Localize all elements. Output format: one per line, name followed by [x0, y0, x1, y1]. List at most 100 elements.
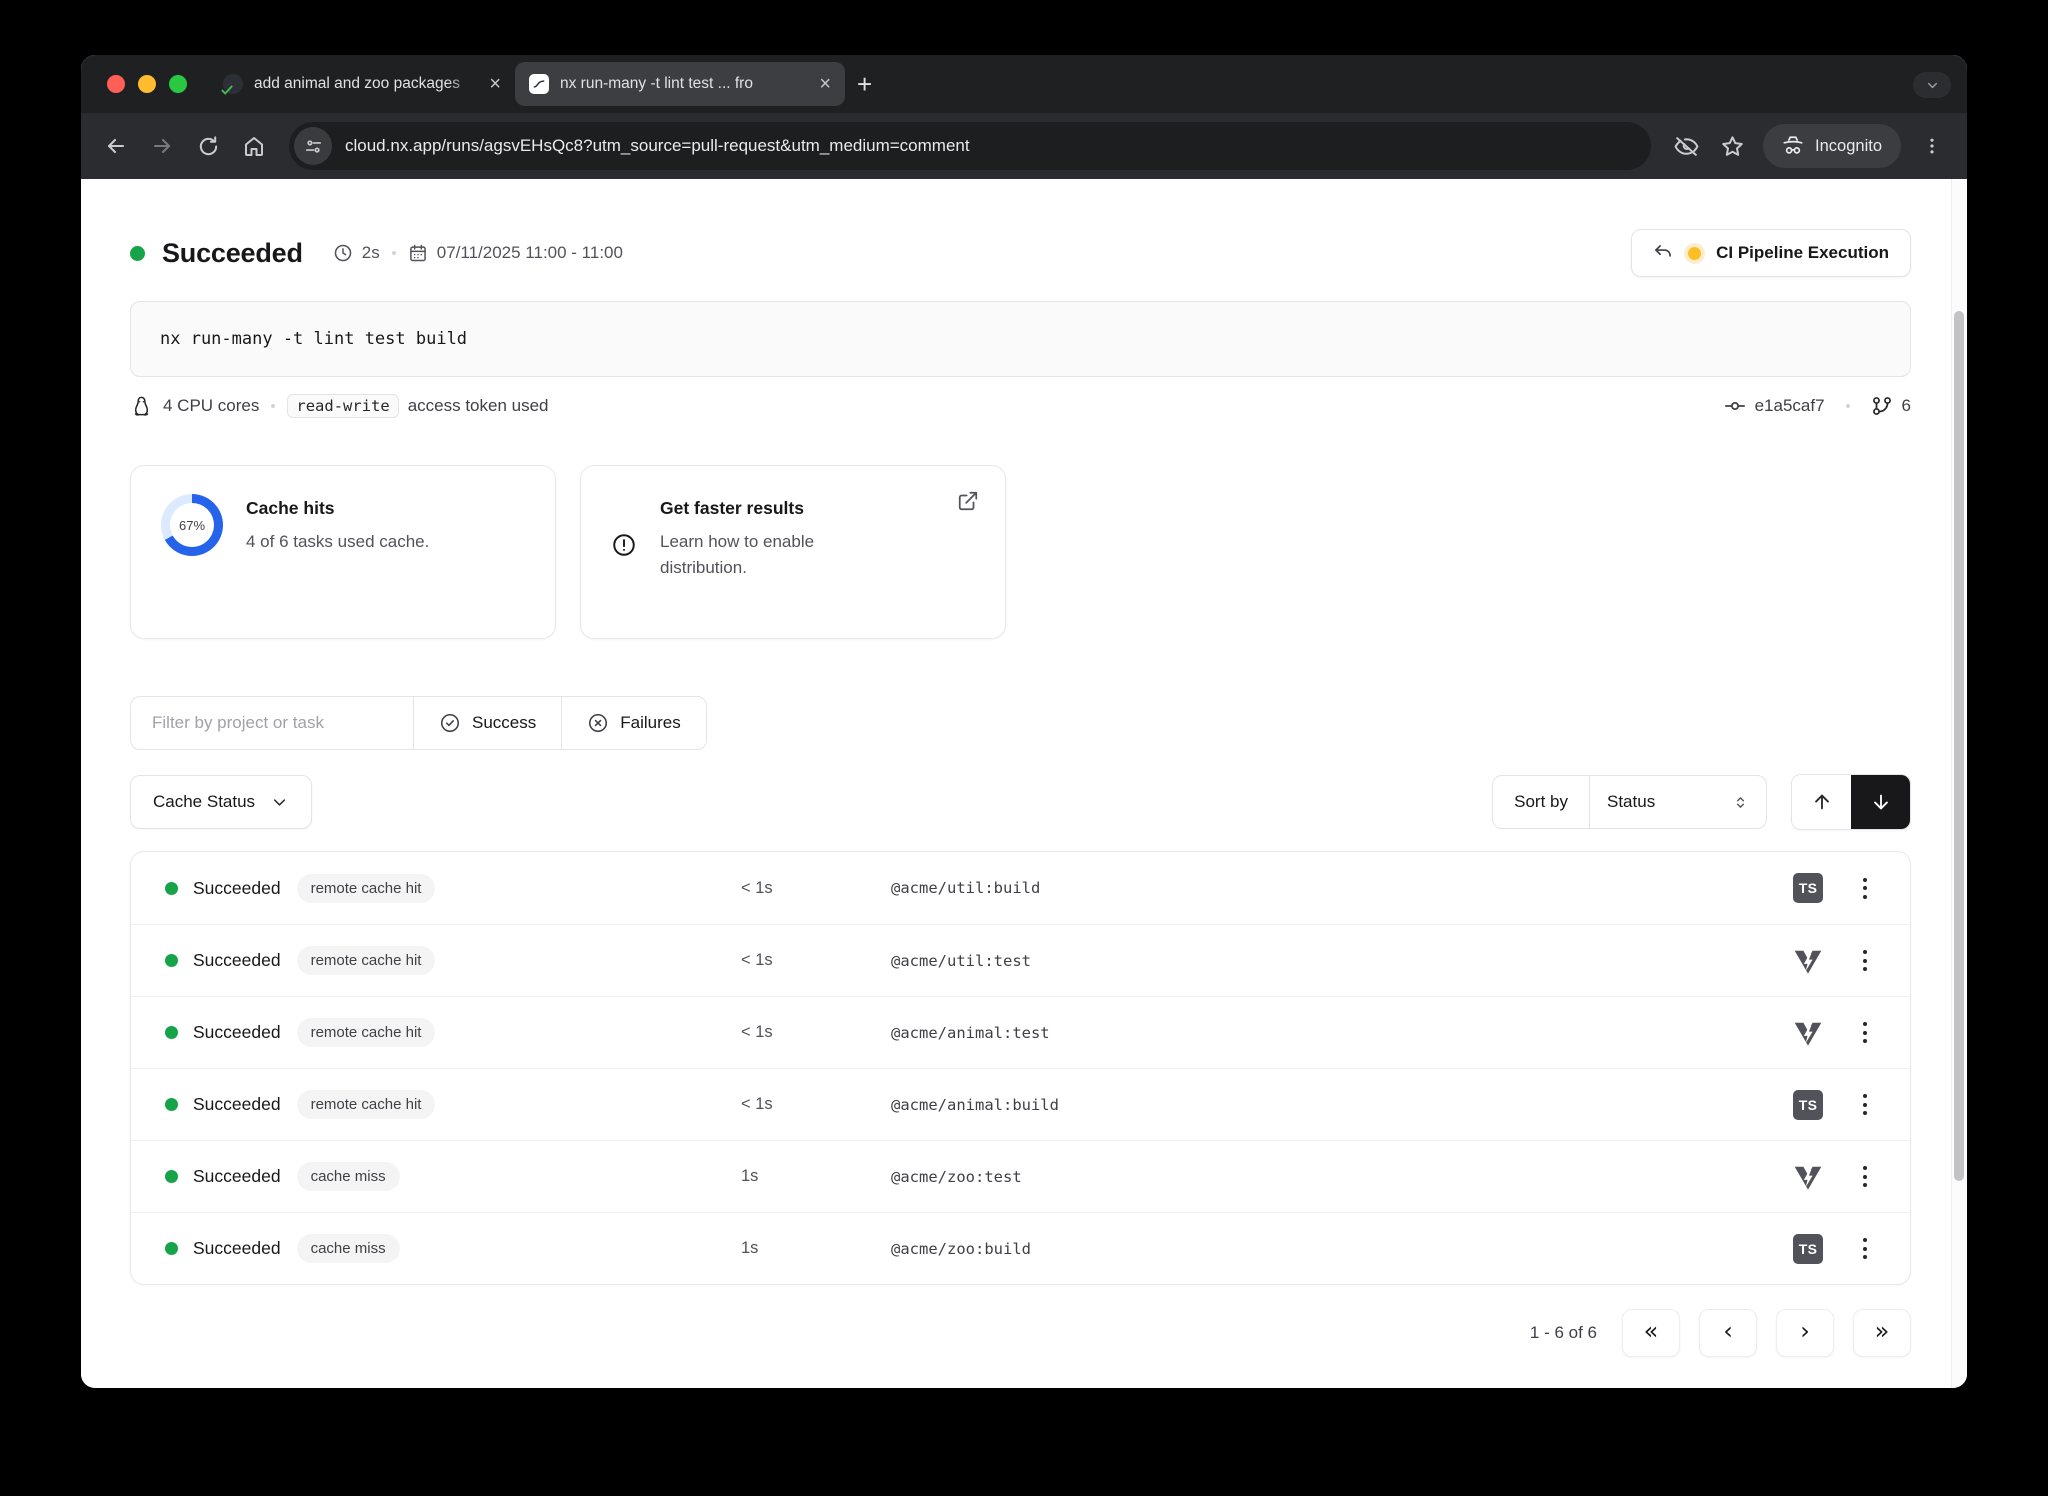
reload-button[interactable]: [187, 125, 229, 167]
window-zoom-button[interactable]: [169, 75, 187, 93]
bookmark-star-button[interactable]: [1711, 125, 1753, 167]
forward-button[interactable]: [141, 125, 183, 167]
address-bar[interactable]: cloud.nx.app/runs/agsvEHsQc8?utm_source=…: [289, 122, 1651, 170]
external-link-icon[interactable]: [957, 490, 979, 512]
task-name: @acme/animal:build: [891, 1096, 1762, 1114]
task-status-label: Succeeded: [193, 878, 281, 899]
undo-icon: [1653, 243, 1673, 263]
cache-result-badge: remote cache hit: [297, 1018, 436, 1047]
last-page-button[interactable]: »: [1853, 1309, 1911, 1357]
token-suffix-label: access token used: [408, 396, 549, 416]
typescript-icon: TS: [1793, 1090, 1823, 1120]
branch-count[interactable]: 6: [1902, 396, 1911, 416]
list-controls: Cache Status Sort by Status: [130, 774, 1911, 830]
arrow-up-icon: [1811, 791, 1833, 813]
cpu-cores-label: 4 CPU cores: [163, 396, 259, 416]
info-icon: [611, 532, 637, 558]
pipeline-button-label: CI Pipeline Execution: [1716, 243, 1889, 263]
row-menu-button[interactable]: [1854, 1018, 1876, 1047]
tab-close-icon[interactable]: ×: [489, 74, 501, 94]
access-token-badge: read-write: [287, 394, 398, 418]
task-name: @acme/zoo:build: [891, 1240, 1762, 1258]
x-circle-icon: [587, 712, 609, 734]
typescript-icon: TS: [1793, 1234, 1823, 1264]
run-date: 07/11/2025 11:00 - 11:00: [408, 243, 623, 263]
vitest-icon: [1793, 1162, 1823, 1192]
task-status-label: Succeeded: [193, 950, 281, 971]
command-text: nx run-many -t lint test build: [160, 329, 467, 349]
cache-donut: 67%: [161, 494, 223, 556]
task-status-dot: [165, 1170, 178, 1183]
tab-github-pr[interactable]: add animal and zoo packages ×: [209, 62, 515, 106]
distribution-card[interactable]: Get faster results Learn how to enable d…: [580, 465, 1006, 639]
window-close-button[interactable]: [107, 75, 125, 93]
filter-input[interactable]: [131, 697, 413, 749]
cache-result-badge: cache miss: [297, 1162, 400, 1191]
sort-select[interactable]: Status: [1590, 776, 1766, 828]
new-tab-button[interactable]: +: [857, 71, 872, 97]
calendar-icon: [408, 243, 428, 263]
task-row[interactable]: Succeeded remote cache hit < 1s @acme/ut…: [131, 852, 1910, 924]
task-row[interactable]: Succeeded cache miss 1s @acme/zoo:build …: [131, 1212, 1910, 1284]
row-menu-button[interactable]: [1854, 1162, 1876, 1191]
sort-group: Sort by Status: [1492, 775, 1767, 829]
row-menu-button[interactable]: [1854, 1234, 1876, 1263]
task-row[interactable]: Succeeded remote cache hit < 1s @acme/ut…: [131, 924, 1910, 996]
tab-close-icon[interactable]: ×: [819, 74, 831, 94]
task-duration: < 1s: [741, 879, 891, 898]
site-settings-icon[interactable]: [294, 127, 332, 165]
prev-page-button[interactable]: ‹: [1699, 1309, 1757, 1357]
first-page-button[interactable]: «: [1622, 1309, 1680, 1357]
task-status-label: Succeeded: [193, 1238, 281, 1259]
scrollbar-track[interactable]: [1951, 179, 1967, 1388]
tab-nx-cloud[interactable]: nx run-many -t lint test ... fro ×: [515, 62, 845, 106]
browser-menu-button[interactable]: [1911, 125, 1953, 167]
task-status-dot: [165, 1026, 178, 1039]
run-duration: 2s: [333, 243, 380, 263]
kebab-menu-icon: [1922, 136, 1942, 156]
reload-icon: [197, 135, 220, 158]
page-content: Succeeded 2s 07/11/2025 11:00 - 11:00 CI…: [81, 179, 1967, 1388]
task-duration: 1s: [741, 1239, 891, 1258]
incognito-icon: [1782, 135, 1804, 157]
sort-descending-button[interactable]: [1851, 775, 1910, 829]
linux-icon: [130, 395, 153, 418]
clock-icon: [333, 243, 353, 263]
cache-result-badge: remote cache hit: [297, 874, 436, 903]
next-page-button[interactable]: ›: [1776, 1309, 1834, 1357]
tab-title: add animal and zoo packages: [254, 75, 478, 93]
chevron-down-icon: [1925, 78, 1940, 93]
task-duration: < 1s: [741, 951, 891, 970]
task-name: @acme/animal:test: [891, 1024, 1762, 1042]
chevrons-up-down-icon: [1732, 794, 1749, 811]
commit-hash[interactable]: e1a5caf7: [1755, 396, 1825, 416]
window-minimize-button[interactable]: [138, 75, 156, 93]
cache-status-dropdown[interactable]: Cache Status: [130, 775, 312, 829]
run-status-title: Succeeded: [162, 238, 303, 269]
distribution-card-title: Get faster results: [660, 498, 905, 519]
filter-failures-button[interactable]: Failures: [561, 697, 705, 749]
row-menu-button[interactable]: [1854, 946, 1876, 975]
url-text: cloud.nx.app/runs/agsvEHsQc8?utm_source=…: [345, 136, 970, 156]
task-row[interactable]: Succeeded remote cache hit < 1s @acme/an…: [131, 996, 1910, 1068]
task-row[interactable]: Succeeded remote cache hit < 1s @acme/an…: [131, 1068, 1910, 1140]
task-list: Succeeded remote cache hit < 1s @acme/ut…: [130, 851, 1911, 1285]
home-button[interactable]: [233, 125, 275, 167]
preview-eye-off-button[interactable]: [1665, 125, 1707, 167]
scrollbar-thumb[interactable]: [1954, 311, 1964, 1181]
task-status-dot: [165, 954, 178, 967]
task-row[interactable]: Succeeded cache miss 1s @acme/zoo:test: [131, 1140, 1910, 1212]
task-duration: 1s: [741, 1167, 891, 1186]
sort-ascending-button[interactable]: [1792, 775, 1851, 829]
back-arrow-icon: [104, 134, 128, 158]
row-menu-button[interactable]: [1854, 1090, 1876, 1119]
arrow-down-icon: [1870, 791, 1892, 813]
tab-search-button[interactable]: [1913, 72, 1951, 98]
back-button[interactable]: [95, 125, 137, 167]
cache-status-label: Cache Status: [153, 792, 255, 812]
row-menu-button[interactable]: [1854, 874, 1876, 903]
filter-success-button[interactable]: Success: [413, 697, 561, 749]
ci-pipeline-button[interactable]: CI Pipeline Execution: [1631, 229, 1911, 277]
incognito-label: Incognito: [1815, 137, 1882, 156]
check-circle-icon: [439, 712, 461, 734]
